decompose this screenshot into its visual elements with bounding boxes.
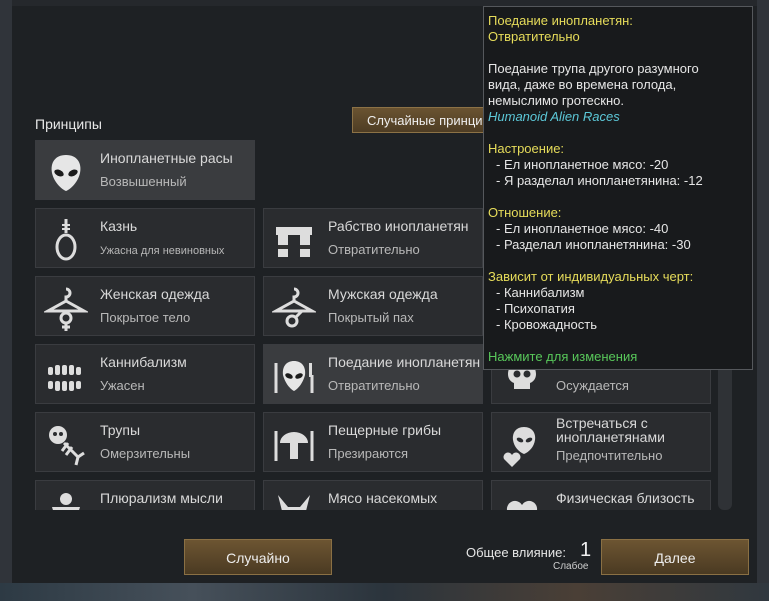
window-frame-right xyxy=(757,0,769,601)
precept-card-corpses[interactable]: Трупы Омерзительны xyxy=(35,412,255,472)
precept-value: Отвратительно xyxy=(328,378,420,393)
random-principles-button[interactable]: Случайные принципы xyxy=(352,107,492,133)
tooltip-traits-title: Зависит от индивидуальных черт: xyxy=(488,269,694,284)
tooltip-opinion-line: - Ел инопланетное мясо: -40 xyxy=(496,221,669,236)
alien-head-icon xyxy=(44,151,88,195)
tooltip-click-hint: Нажмите для изменения xyxy=(488,349,638,364)
tooltip-description: Поедание трупа другого разумного xyxy=(488,61,699,76)
alien-eating-icon xyxy=(272,355,316,399)
male-hanger-icon xyxy=(272,287,316,331)
precept-value: Покрытое тело xyxy=(100,310,191,325)
background-strip xyxy=(0,583,769,601)
heart-icon xyxy=(500,491,544,510)
precept-title: Поедание инопланетян xyxy=(328,354,481,370)
precept-value: Отвратительно xyxy=(328,242,420,257)
randomize-button[interactable]: Случайно xyxy=(184,539,332,575)
precept-title: Пещерные грибы xyxy=(328,422,442,438)
pluralism-icon xyxy=(44,491,88,510)
next-button[interactable]: Далее xyxy=(601,539,749,575)
tooltip-trait-line: - Психопатия xyxy=(496,301,575,316)
precept-title: Мужская одежда xyxy=(328,286,438,302)
mushroom-icon xyxy=(272,423,316,467)
precept-value: Покрытый пах xyxy=(328,310,414,325)
tooltip-opinion-title: Отношение: xyxy=(488,205,562,220)
precept-value: Осуждается xyxy=(556,378,629,393)
precept-value: Ужасен xyxy=(100,378,145,393)
precept-title: Казнь xyxy=(100,218,138,234)
shackles-icon xyxy=(272,219,316,263)
window-frame-left xyxy=(0,0,12,601)
insect-icon xyxy=(272,491,316,510)
tooltip-mood-line: - Я разделал инопланетянина: -12 xyxy=(496,173,703,188)
noose-icon xyxy=(44,219,88,263)
influence-value: 1 xyxy=(580,539,592,561)
skeleton-icon xyxy=(44,423,88,467)
alien-heart-icon xyxy=(500,423,544,467)
precept-row-5-clip: Плюрализм мысли Мясо насекомых Физическа… xyxy=(35,480,735,510)
teeth-icon xyxy=(44,355,88,399)
precept-value: Предпочтительно xyxy=(556,448,663,463)
tooltip-mood-title: Настроение: xyxy=(488,141,565,156)
precept-tooltip: Поедание инопланетян: Отвратительно Поед… xyxy=(483,6,753,370)
precept-title: Трупы xyxy=(100,422,141,438)
precept-title: Женская одежда xyxy=(100,286,210,302)
meme-card-alien-races[interactable]: Инопланетные расы Возвышенный xyxy=(35,140,255,200)
meme-value: Возвышенный xyxy=(100,174,187,189)
precept-title: Рабство инопланетян xyxy=(328,218,469,234)
precept-title: Плюрализм мысли xyxy=(100,490,223,506)
precept-card-cannibalism[interactable]: Каннибализм Ужасен xyxy=(35,344,255,404)
precept-card-execution[interactable]: Казнь Ужасна для невиновных xyxy=(35,208,255,268)
principles-title: Принципы xyxy=(35,116,102,132)
precept-title: Встречаться с инопланетянами xyxy=(556,415,665,445)
influence-label: Общее влияние: xyxy=(466,545,566,560)
precept-value: Ужасна для невиновных xyxy=(100,245,225,257)
tooltip-opinion-line: - Разделал инопланетянина: -30 xyxy=(496,237,691,252)
precept-card-alien-slavery[interactable]: Рабство инопланетян Отвратительно xyxy=(263,208,483,268)
precept-card-pluralism[interactable]: Плюрализм мысли xyxy=(35,480,255,510)
tooltip-mod-name: Humanoid Alien Races xyxy=(488,109,620,124)
female-hanger-icon xyxy=(44,287,88,331)
tooltip-description: немыслимо гротескно. xyxy=(488,93,624,108)
precept-value: Омерзительны xyxy=(100,446,191,461)
precept-title: Мясо насекомых xyxy=(328,490,438,506)
precept-card-female-clothing[interactable]: Женская одежда Покрытое тело xyxy=(35,276,255,336)
tooltip-heading: Поедание инопланетян: xyxy=(488,13,633,28)
precept-card-alien-eating[interactable]: Поедание инопланетян Отвратительно xyxy=(263,344,483,404)
precept-card-alien-romance[interactable]: Встречаться с инопланетянами Предпочтите… xyxy=(491,412,711,472)
tooltip-trait-line: - Каннибализм xyxy=(496,285,585,300)
precept-card-cave-mushrooms[interactable]: Пещерные грибы Презираются xyxy=(263,412,483,472)
meme-title: Инопланетные расы xyxy=(100,150,233,166)
influence-level: Слабое xyxy=(553,561,589,572)
tooltip-trait-line: - Кровожадность xyxy=(496,317,597,332)
tooltip-description: вида, даже во времена голода, xyxy=(488,77,677,92)
tooltip-heading-value: Отвратительно xyxy=(488,29,580,44)
tooltip-mood-line: - Ел инопланетное мясо: -20 xyxy=(496,157,669,172)
precept-card-male-clothing[interactable]: Мужская одежда Покрытый пах xyxy=(263,276,483,336)
precept-card-physical-intimacy[interactable]: Физическая близость xyxy=(491,480,711,510)
precept-title: Физическая близость xyxy=(556,490,695,506)
precept-title: Каннибализм xyxy=(100,354,187,370)
precept-card-insect-meat[interactable]: Мясо насекомых xyxy=(263,480,483,510)
precept-value: Презираются xyxy=(328,446,409,461)
